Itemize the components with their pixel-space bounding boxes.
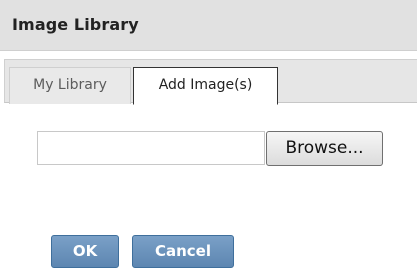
file-path-input[interactable]: [37, 131, 265, 165]
cancel-button[interactable]: Cancel: [132, 235, 234, 268]
ok-button[interactable]: OK: [51, 235, 119, 268]
image-library-dialog: Image Library My Library Add Image(s) Br…: [0, 0, 417, 269]
tab-add-images[interactable]: Add Image(s): [133, 67, 278, 105]
tab-my-library[interactable]: My Library: [9, 67, 131, 104]
dialog-title: Image Library: [12, 15, 139, 34]
tab-strip: My Library Add Image(s): [4, 59, 417, 105]
dialog-titlebar: Image Library: [0, 0, 417, 51]
browse-button[interactable]: Browse...: [266, 131, 383, 166]
